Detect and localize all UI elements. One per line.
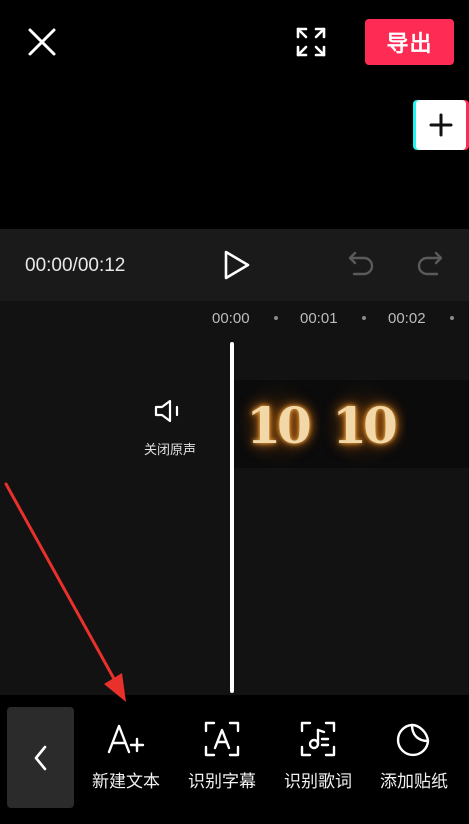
new-text-label: 新建文本 (92, 772, 160, 791)
redo-button[interactable] (414, 249, 446, 281)
recognize-subtitle-icon (204, 721, 240, 757)
speaker-icon (154, 399, 179, 423)
playhead[interactable] (230, 342, 234, 693)
recognize-lyrics-label: 识别歌词 (284, 772, 352, 791)
close-icon (28, 28, 56, 56)
play-icon (224, 250, 250, 280)
ruler-label: 00:00 (212, 310, 250, 327)
redo-icon (417, 251, 443, 276)
ruler-label: 00:02 (388, 310, 426, 327)
clip-thumbnail[interactable]: 10 (234, 380, 320, 468)
bottom-toolbar: 新建文本 识别字幕 识别歌词 添加贴纸 (0, 695, 469, 824)
back-button[interactable] (7, 707, 74, 808)
undo-button[interactable] (345, 249, 377, 281)
plus-icon (429, 113, 453, 137)
chevron-left-icon (34, 745, 46, 770)
playback-control-bar: 00:00/00:12 (0, 229, 469, 301)
time-display: 00:00/00:12 (25, 255, 126, 276)
mute-original-audio-button[interactable]: 关闭原声 (136, 397, 204, 461)
undo-icon (348, 251, 374, 276)
recognize-subtitle-tool[interactable]: 识别字幕 (180, 719, 264, 803)
video-track[interactable]: 10 10 (234, 380, 469, 468)
export-button[interactable]: 导出 (365, 19, 454, 65)
clip-thumbnail-text: 10 (246, 396, 312, 455)
add-sticker-tool[interactable]: 添加贴纸 (372, 719, 456, 803)
play-button[interactable] (218, 247, 254, 283)
clip-thumbnail-text: 10 (332, 396, 398, 455)
ruler-dot (274, 316, 278, 320)
fullscreen-icon (296, 27, 326, 57)
ruler-dot (450, 316, 454, 320)
new-text-tool[interactable]: 新建文本 (84, 719, 168, 803)
add-sticker-label: 添加贴纸 (380, 772, 448, 791)
sticker-icon (396, 723, 430, 757)
ruler-label: 00:01 (300, 310, 338, 327)
mute-original-audio-label: 关闭原声 (143, 442, 196, 457)
recognize-lyrics-tool[interactable]: 识别歌词 (276, 719, 360, 803)
clip-thumbnail[interactable]: 10 (320, 380, 406, 468)
recognize-subtitle-label: 识别字幕 (188, 772, 256, 791)
add-text-icon (107, 724, 145, 754)
timeline-area[interactable]: 00:00 00:01 00:02 关闭原声 10 10 (0, 301, 469, 695)
ruler-dot (362, 316, 366, 320)
recognize-lyrics-icon (300, 721, 336, 757)
fullscreen-button[interactable] (293, 24, 329, 60)
close-button[interactable] (24, 24, 60, 60)
add-clip-button[interactable] (416, 100, 466, 150)
